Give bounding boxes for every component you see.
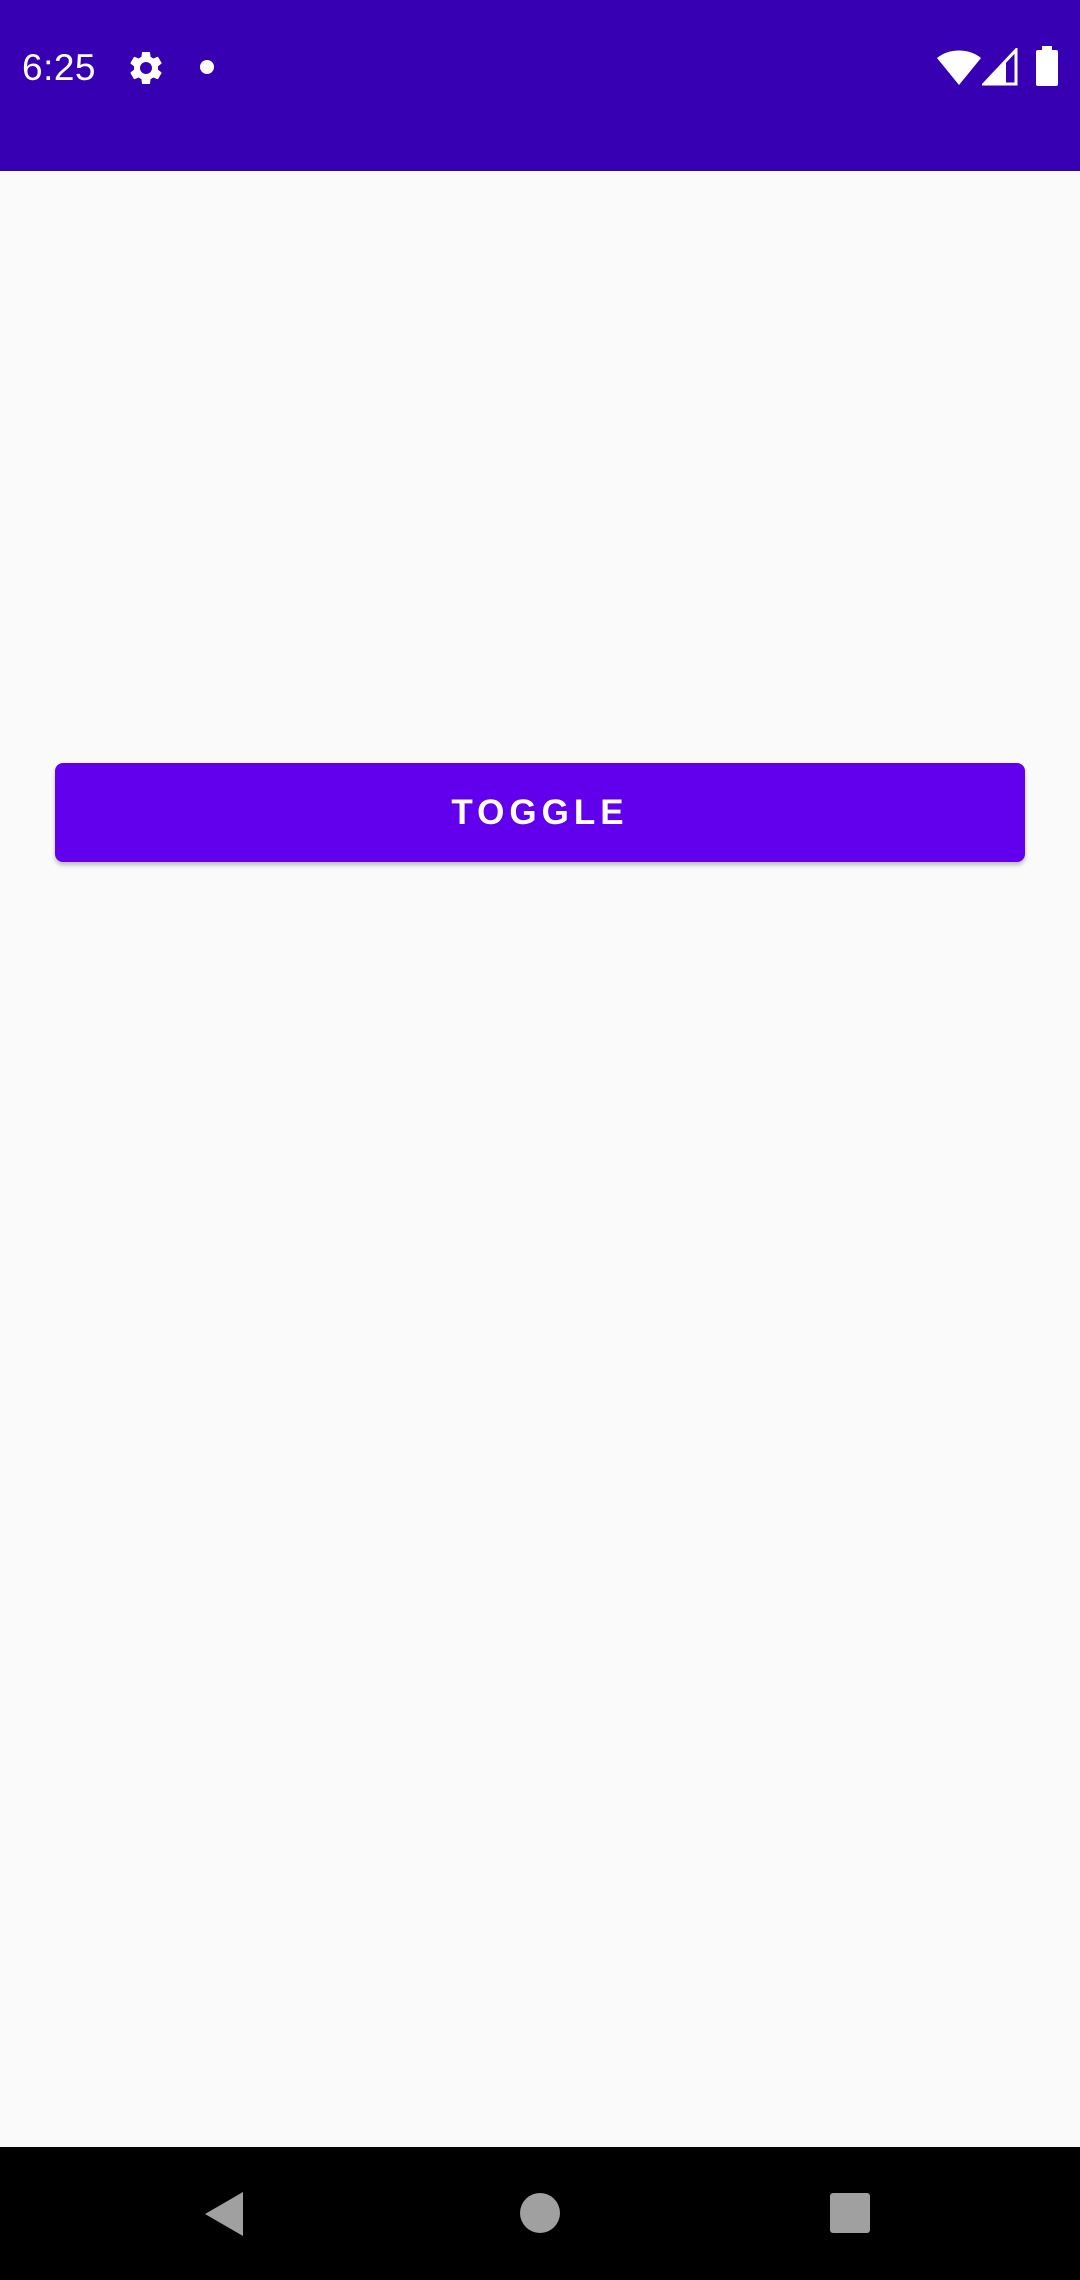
- navigation-bar: [0, 2147, 1080, 2280]
- home-icon[interactable]: [520, 2193, 560, 2233]
- toggle-button[interactable]: TOGGLE: [55, 763, 1025, 862]
- battery-icon: [1036, 46, 1058, 86]
- notification-dot-icon: [200, 60, 214, 74]
- wifi-icon: [937, 50, 981, 85]
- status-time: 6:25: [22, 47, 97, 88]
- status-bar: 6:25: [0, 0, 1080, 171]
- cell-signal-icon: [982, 48, 1018, 86]
- gear-icon: [130, 51, 162, 84]
- main-content: TOGGLE: [0, 171, 1080, 2147]
- back-icon[interactable]: [203, 2190, 245, 2238]
- recents-icon[interactable]: [830, 2193, 870, 2233]
